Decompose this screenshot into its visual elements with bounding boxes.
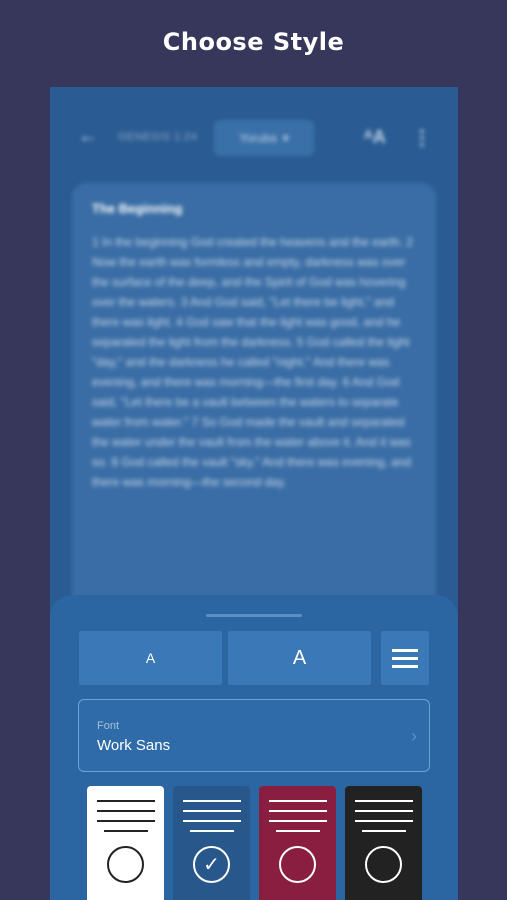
- more-options-icon[interactable]: ⋮: [412, 125, 432, 150]
- back-arrow-icon[interactable]: ←: [78, 125, 98, 148]
- small-a-label: A: [145, 650, 156, 666]
- line-spacing-button[interactable]: [381, 631, 429, 685]
- language-label: Yoruba: [239, 131, 277, 145]
- chevron-down-icon: ▾: [282, 131, 289, 145]
- decrease-text-size-button[interactable]: A: [79, 631, 222, 685]
- theme-lines: [345, 800, 422, 840]
- reader-toolbar: ← GENESIS 1:24 Yoruba ▾ ᴬA ⋮: [50, 87, 458, 191]
- passage-title: The Beginning: [92, 201, 183, 216]
- style-bottom-sheet: A A Font Work Sans › ✓: [50, 595, 458, 900]
- font-field-label: Font: [97, 720, 120, 732]
- theme-blue[interactable]: ✓: [173, 786, 250, 900]
- unselected-circle-icon: [107, 846, 144, 883]
- increase-text-size-button[interactable]: A: [228, 631, 371, 685]
- chapter-reference[interactable]: GENESIS 1:24: [118, 131, 197, 143]
- theme-light[interactable]: [87, 786, 164, 900]
- screen-headline: Choose Style: [162, 28, 345, 56]
- theme-red[interactable]: [259, 786, 336, 900]
- text-size-icon[interactable]: ᴬA: [364, 127, 386, 148]
- sheet-drag-handle[interactable]: [206, 614, 302, 617]
- unselected-circle-icon: [365, 846, 402, 883]
- theme-dark[interactable]: [345, 786, 422, 900]
- theme-lines: [173, 800, 250, 840]
- font-selector[interactable]: Font Work Sans ›: [78, 699, 430, 772]
- passage-text: 1 In the beginning God created the heave…: [92, 235, 413, 489]
- menu-line: [392, 664, 418, 668]
- language-dropdown[interactable]: Yoruba ▾: [214, 120, 314, 156]
- font-field-value: Work Sans: [97, 737, 171, 754]
- theme-lines: [259, 800, 336, 840]
- chevron-right-icon: ›: [411, 726, 417, 746]
- large-a-label: A: [292, 646, 307, 669]
- menu-line: [392, 656, 418, 660]
- menu-line: [392, 648, 418, 652]
- checkmark-icon: ✓: [193, 846, 230, 883]
- unselected-circle-icon: [279, 846, 316, 883]
- theme-lines: [87, 800, 164, 840]
